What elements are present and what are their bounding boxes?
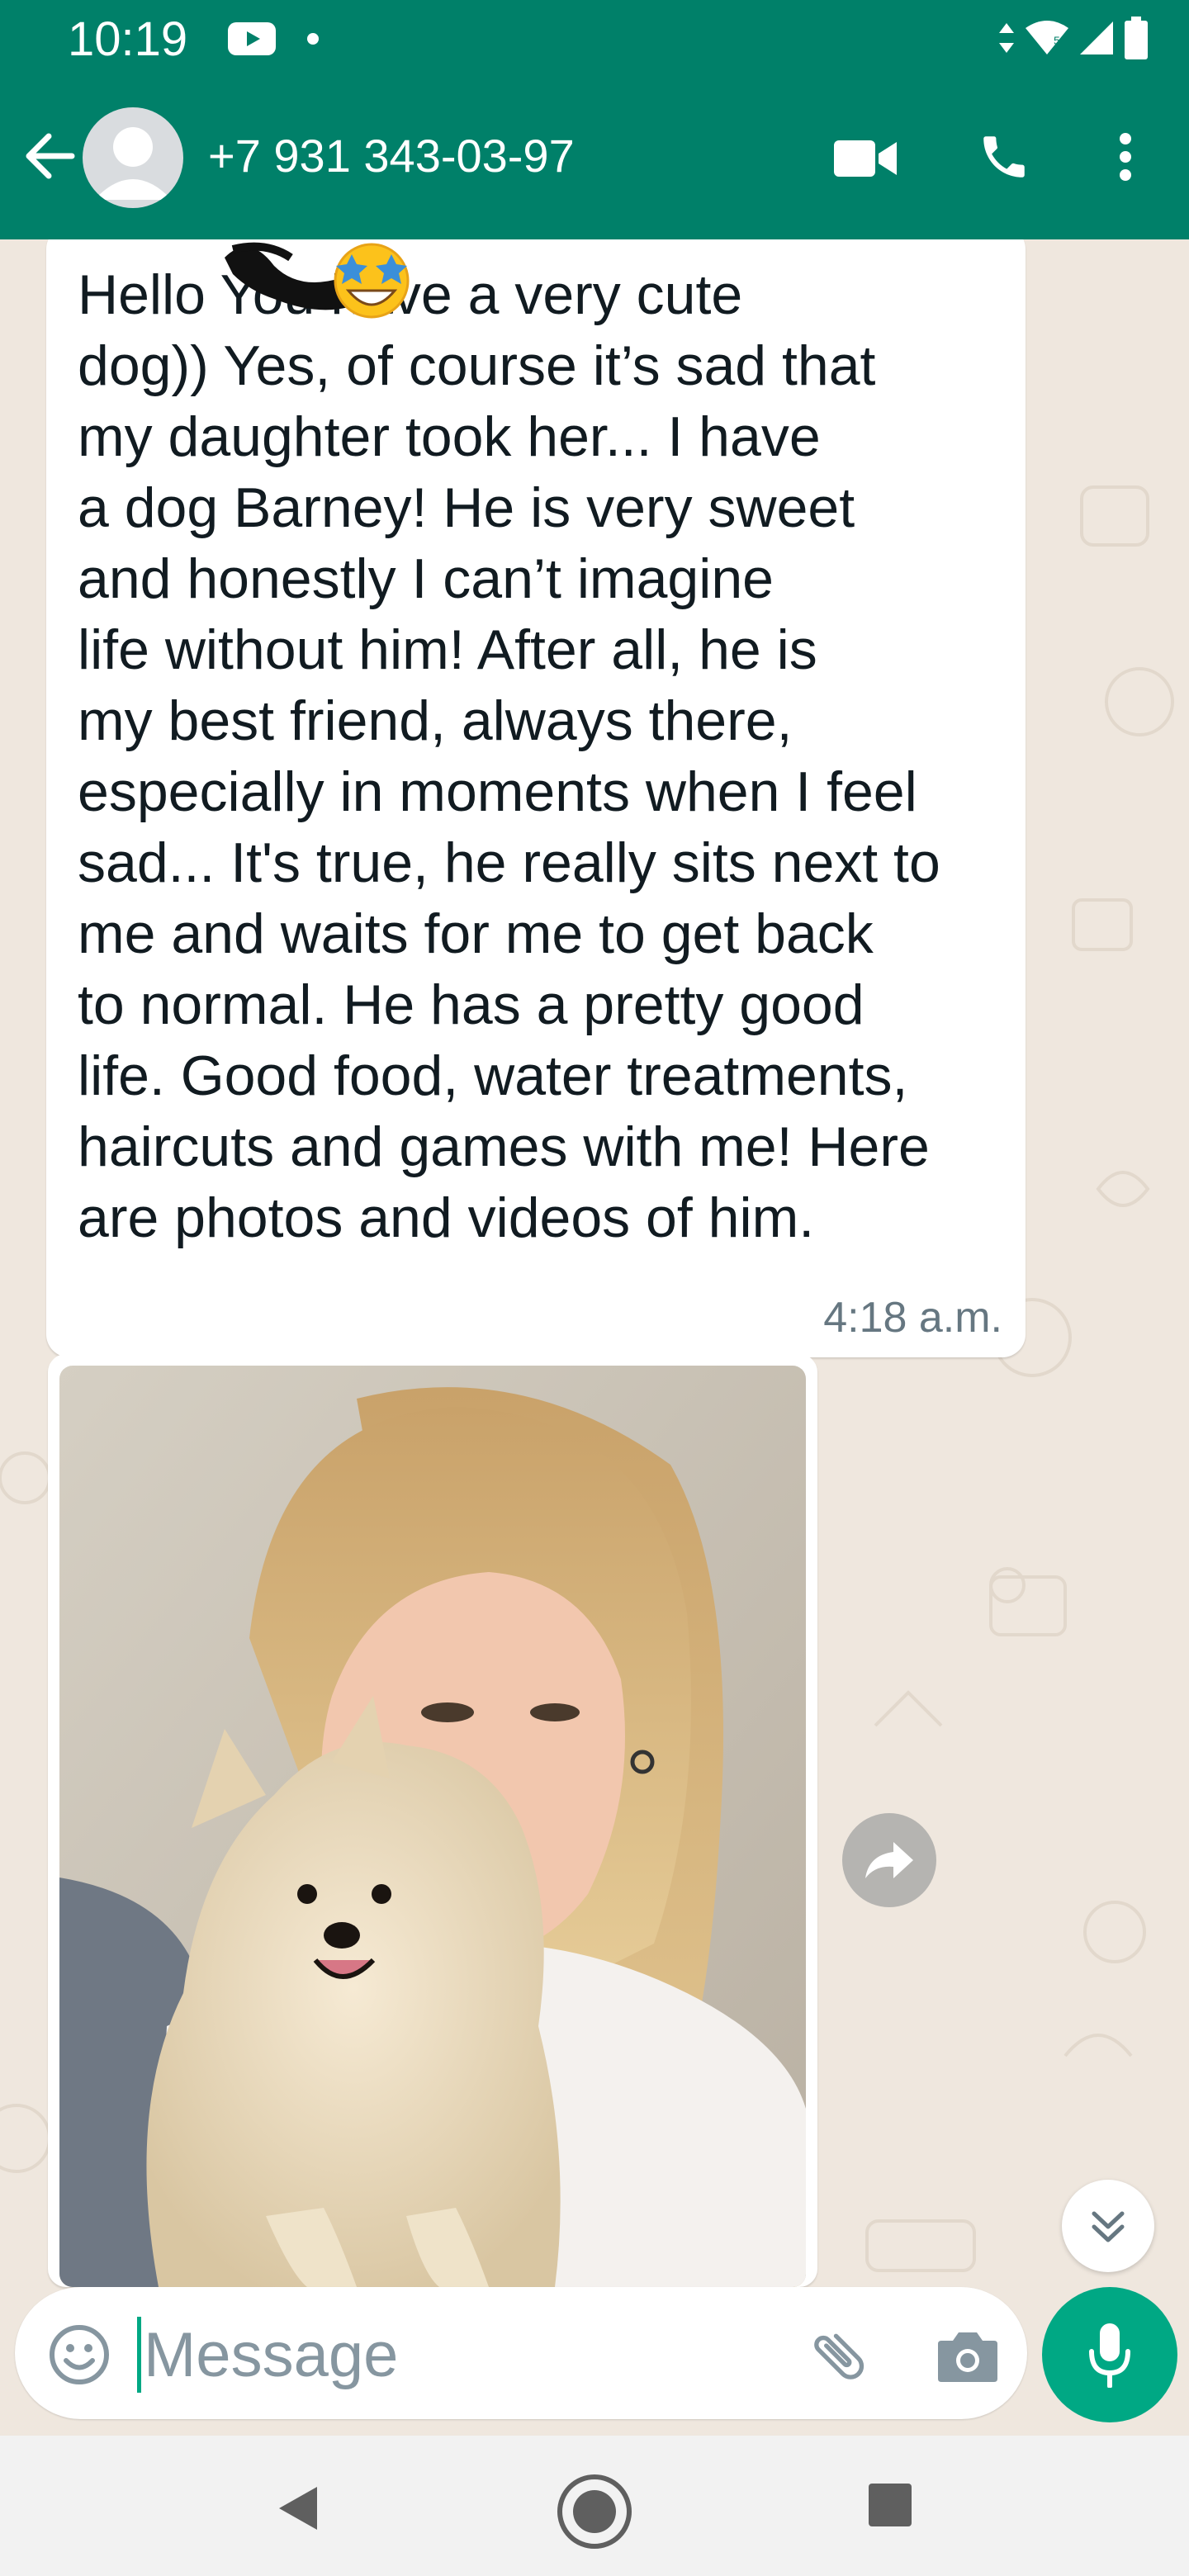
data-arrows-icon (999, 23, 1014, 53)
mic-icon (1089, 2323, 1130, 2388)
battery-icon (1125, 17, 1148, 59)
back-arrow-icon (26, 133, 75, 179)
nav-home-icon (557, 2474, 632, 2549)
signal-icon (1080, 21, 1113, 54)
more-vert-icon (1120, 133, 1131, 181)
chat-area[interactable]: Hello You have a very cute dog)) Yes, of… (0, 239, 1189, 2436)
voice-call-button[interactable] (971, 124, 1037, 190)
avatar-icon (94, 127, 172, 200)
photo-image[interactable] (59, 1366, 806, 2287)
contact-name[interactable]: +7 931 343-03-97 (208, 127, 575, 185)
camera-button[interactable] (928, 2317, 1007, 2396)
nav-recents-icon (869, 2484, 912, 2526)
attach-icon (814, 2333, 865, 2379)
attach-button[interactable] (799, 2317, 879, 2396)
message-bubble[interactable]: Hello You have a very cute dog)) Yes, of… (46, 239, 1026, 1357)
avatar[interactable] (83, 107, 183, 208)
message-text: Hello You have a very cute dog)) Yes, of… (78, 263, 940, 1249)
status-icons: 5 (997, 13, 1148, 63)
message-time: 4:18 a.m. (823, 1294, 1002, 1342)
dot-icon (307, 33, 319, 45)
back-button[interactable] (18, 125, 81, 187)
nav-back-button[interactable] (266, 2477, 329, 2540)
chat-header: +7 931 343-03-97 (0, 79, 1189, 239)
nav-back-icon (279, 2487, 317, 2530)
wifi-icon: 5 (1026, 21, 1068, 54)
voice-call-icon (983, 136, 1025, 178)
forward-icon (865, 1842, 913, 1878)
text-cursor (137, 2317, 141, 2393)
forward-button[interactable] (842, 1813, 936, 1907)
scroll-to-bottom-button[interactable] (1062, 2180, 1154, 2272)
voice-message-button[interactable] (1042, 2287, 1177, 2422)
nav-recents-button[interactable] (864, 2479, 917, 2531)
svg-text:5: 5 (1054, 34, 1060, 47)
video-call-button[interactable] (832, 127, 898, 190)
camera-icon (938, 2332, 997, 2382)
status-bar: 10:19 5 (0, 0, 1189, 79)
composer-pill[interactable] (15, 2287, 1027, 2419)
star-struck-emoji-icon (334, 243, 410, 319)
emoji-button[interactable] (45, 2320, 114, 2389)
composer-bar (0, 2279, 1189, 2436)
message-input[interactable] (144, 2312, 722, 2398)
nav-home-button[interactable] (555, 2472, 634, 2551)
emoji-icon (50, 2325, 109, 2384)
status-time: 10:19 (68, 12, 188, 66)
double-chevron-down-icon (1092, 2211, 1125, 2242)
more-options-button[interactable] (1103, 124, 1148, 190)
system-navigation-bar (0, 2436, 1189, 2576)
photo-message-bubble[interactable] (48, 1354, 817, 2287)
youtube-icon (228, 22, 276, 55)
video-call-icon (834, 140, 897, 177)
